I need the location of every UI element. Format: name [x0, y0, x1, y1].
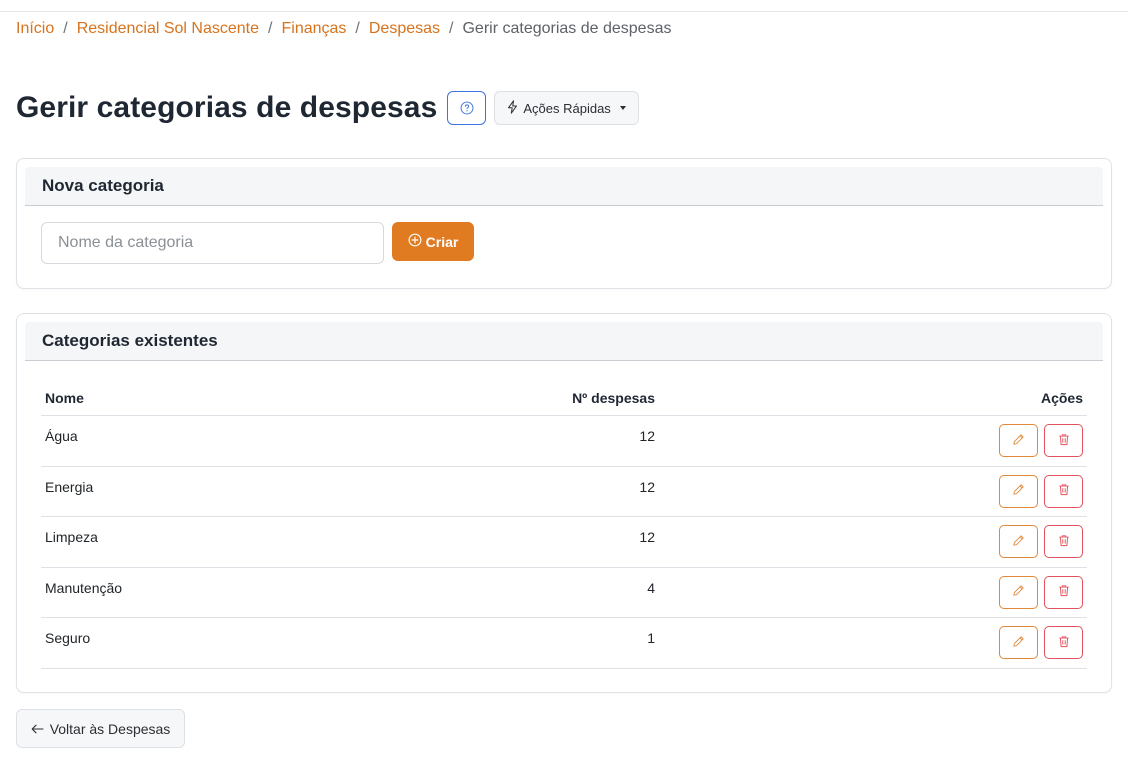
caret-down-icon [619, 106, 626, 110]
table-row: Seguro 1 [41, 618, 1087, 669]
row-actions [655, 568, 1087, 609]
pencil-icon [1012, 635, 1025, 651]
existing-categories-card: Categorias existentes Nome Nº despesas A… [16, 313, 1112, 693]
row-actions [655, 618, 1087, 660]
plus-circle-icon [408, 233, 422, 250]
page-title: Gerir categorias de despesas [16, 91, 438, 124]
table-body: Água 12 Energia 12 Limpeza 12 Manutenção 4 Segur… [41, 416, 1087, 669]
breadcrumb-link-financas[interactable]: Finanças [281, 20, 346, 38]
new-category-card: Nova categoria Criar [16, 158, 1112, 289]
category-name: Água [45, 428, 78, 444]
breadcrumb-link-despesas[interactable]: Despesas [369, 20, 440, 38]
row-actions [655, 517, 1087, 559]
lightning-icon [507, 99, 518, 117]
category-name: Seguro [45, 630, 91, 647]
column-header-name: Nome [45, 390, 84, 406]
expense-count: 1 [647, 630, 655, 647]
delete-button[interactable] [1044, 424, 1083, 457]
quick-actions-label: Ações Rápidas [523, 100, 611, 116]
column-header-count: Nº despesas [572, 390, 655, 406]
category-name: Limpeza [45, 529, 98, 546]
breadcrumb-current: Gerir categorias de despesas [462, 20, 672, 37]
column-header-actions: Ações [655, 390, 1087, 406]
edit-button[interactable] [999, 525, 1038, 559]
quick-actions-dropdown[interactable]: Ações Rápidas [494, 91, 639, 125]
top-divider [0, 11, 1128, 12]
trash-icon [1058, 584, 1070, 600]
table-row: Manutenção 4 [41, 568, 1087, 619]
pencil-icon [1012, 483, 1025, 499]
back-to-expenses-button[interactable]: Voltar às Despesas [16, 709, 185, 748]
arrow-left-icon [31, 721, 44, 737]
category-name-input[interactable] [41, 222, 384, 264]
breadcrumb-separator: / [449, 20, 454, 37]
delete-button[interactable] [1044, 626, 1083, 660]
row-actions [655, 467, 1087, 508]
table-header-row: Nome Nº despesas Ações [41, 381, 1087, 416]
expense-count: 12 [639, 478, 655, 495]
create-button[interactable]: Criar [392, 222, 474, 261]
help-button[interactable] [447, 91, 487, 125]
breadcrumb: Início / Residencial Sol Nascente / Fina… [16, 18, 671, 40]
pencil-icon [1012, 584, 1025, 600]
table-row: Água 12 [41, 416, 1087, 467]
create-button-label: Criar [425, 233, 459, 250]
trash-icon [1058, 483, 1070, 499]
column-header-actions-label: Ações [1040, 390, 1083, 406]
table-row: Energia 12 [41, 467, 1087, 518]
new-category-header: Nova categoria [25, 167, 1103, 206]
existing-categories-header: Categorias existentes [25, 322, 1103, 361]
edit-button[interactable] [999, 575, 1038, 609]
category-name: Manutenção [45, 579, 123, 596]
pencil-icon [1012, 433, 1025, 449]
trash-icon [1058, 635, 1070, 651]
expense-count: 4 [647, 579, 655, 596]
delete-button[interactable] [1044, 474, 1083, 508]
expense-count: 12 [639, 428, 655, 444]
edit-button[interactable] [999, 424, 1038, 457]
expense-count: 12 [639, 529, 655, 546]
row-actions [655, 416, 1087, 457]
breadcrumb-link-residencial[interactable]: Residencial Sol Nascente [77, 20, 259, 38]
edit-button[interactable] [999, 474, 1038, 508]
breadcrumb-separator: / [355, 20, 360, 37]
edit-button[interactable] [999, 626, 1038, 660]
breadcrumb-separator: / [268, 20, 273, 37]
delete-button[interactable] [1044, 525, 1083, 559]
category-name: Energia [45, 478, 94, 495]
breadcrumb-link-inicio[interactable]: Início [16, 20, 54, 38]
categories-table: Nome Nº despesas Ações Água 12 Energia 12 Li… [41, 381, 1087, 669]
delete-button[interactable] [1044, 575, 1083, 609]
trash-icon [1058, 534, 1070, 550]
back-button-label: Voltar às Despesas [49, 720, 171, 737]
trash-icon [1058, 433, 1070, 449]
pencil-icon [1012, 534, 1025, 550]
page-header: Gerir categorias de despesas Ações Rápid… [16, 88, 639, 128]
table-row: Limpeza 12 [41, 517, 1087, 568]
question-circle-icon [460, 101, 474, 115]
breadcrumb-separator: / [63, 20, 68, 37]
